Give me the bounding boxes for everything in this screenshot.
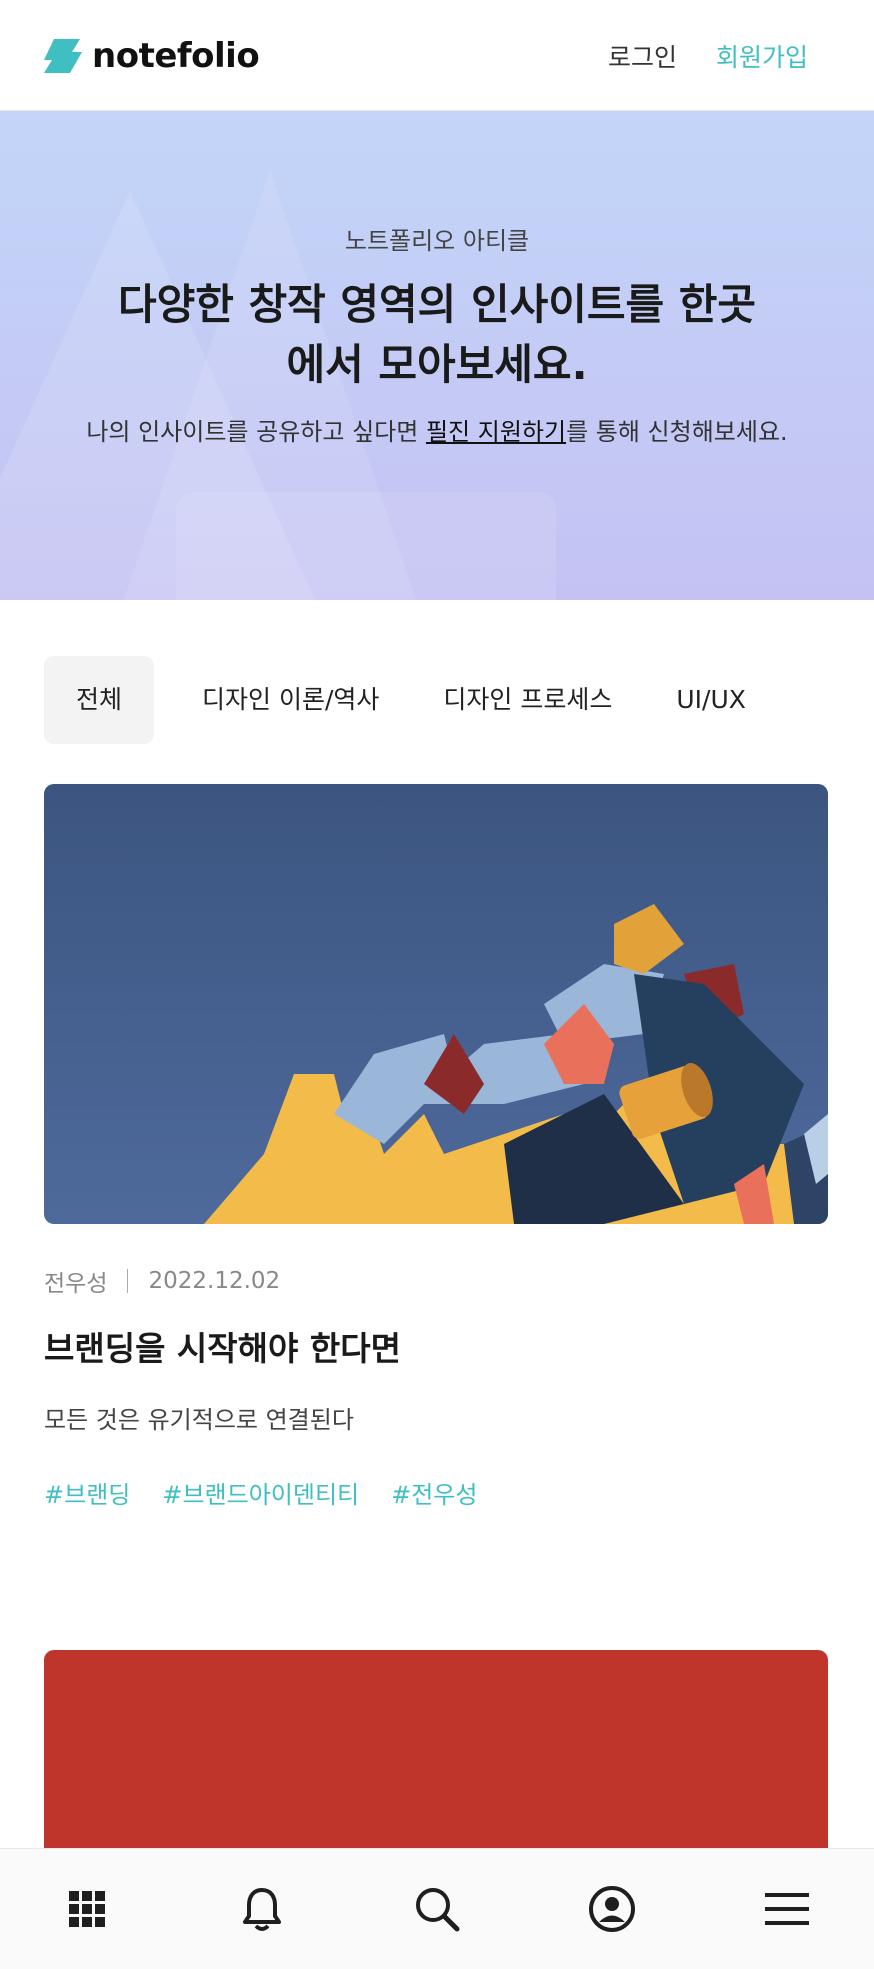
article-date: 2022.12.02 — [148, 1268, 281, 1294]
top-header: notefolio 로그인 회원가입 — [0, 0, 874, 111]
nav-profile[interactable] — [524, 1849, 699, 1969]
signup-link[interactable]: 회원가입 — [716, 38, 808, 74]
tab-design-process[interactable]: 디자인 프로세스 — [411, 656, 644, 744]
logo-bolt-icon — [44, 39, 82, 73]
hero-title: 다양한 창작 영역의 인사이트를 한곳 에서 모아보세요. — [80, 275, 794, 395]
hero-kicker: 노트폴리오 아티클 — [344, 227, 530, 255]
architecture-image — [44, 784, 828, 1224]
article-author[interactable]: 전우성 — [44, 1264, 107, 1298]
article-tag[interactable]: #전우성 — [391, 1475, 477, 1510]
article-tag[interactable]: #브랜딩 — [44, 1475, 130, 1510]
logo-text: notefolio — [92, 36, 260, 76]
hero-desc-after: 를 통해 신청해보세요. — [566, 418, 788, 446]
menu-icon — [764, 1893, 809, 1925]
hero-decor-rect — [176, 492, 556, 600]
nav-notifications[interactable] — [175, 1849, 350, 1969]
tab-all[interactable]: 전체 — [44, 656, 155, 744]
profile-icon — [588, 1886, 635, 1932]
article-subtitle: 모든 것은 유기적으로 연결된다 — [44, 1406, 354, 1434]
article-card[interactable] — [44, 1650, 828, 1880]
hero-desc-before: 나의 인사이트를 공유하고 싶다면 — [86, 418, 426, 446]
article-thumbnail[interactable] — [44, 1650, 828, 1880]
hero-banner: 노트폴리오 아티클 다양한 창작 영역의 인사이트를 한곳 에서 모아보세요. … — [0, 111, 874, 600]
article-meta: 전우성 2022.12.02 — [44, 1264, 828, 1298]
bottom-navigation — [0, 1848, 874, 1969]
login-link[interactable]: 로그인 — [608, 38, 677, 74]
hero-title-line1: 다양한 창작 영역의 인사이트를 한곳 — [117, 280, 757, 329]
article-title[interactable]: 브랜딩을 시작해야 한다면 — [44, 1322, 828, 1370]
search-icon — [415, 1888, 460, 1932]
bell-icon — [243, 1888, 282, 1931]
tab-design-theory[interactable]: 디자인 이론/역사 — [170, 656, 411, 744]
article-card[interactable]: 전우성 2022.12.02 브랜딩을 시작해야 한다면 모든 것은 유기적으로… — [44, 784, 828, 1510]
nav-search[interactable] — [350, 1849, 525, 1969]
article-tags: #브랜딩 #브랜드아이덴티티 #전우성 — [44, 1475, 828, 1510]
grid-icon — [69, 1891, 106, 1927]
nav-menu[interactable] — [699, 1849, 874, 1969]
nav-home[interactable] — [0, 1849, 175, 1969]
article-thumbnail[interactable] — [44, 784, 828, 1224]
hero-title-line2: 에서 모아보세요. — [286, 340, 588, 389]
meta-divider — [127, 1269, 129, 1293]
logo[interactable]: notefolio — [44, 36, 260, 76]
tab-uiux[interactable]: UI/UX — [644, 656, 778, 744]
apply-writer-link[interactable]: 필진 지원하기 — [426, 418, 566, 446]
hero-description: 나의 인사이트를 공유하고 싶다면 필진 지원하기를 통해 신청해보세요. — [70, 411, 804, 453]
article-tag[interactable]: #브랜드아이덴티티 — [162, 1475, 359, 1510]
category-tabs: 전체 디자인 이론/역사 디자인 프로세스 UI/UX — [44, 656, 778, 744]
